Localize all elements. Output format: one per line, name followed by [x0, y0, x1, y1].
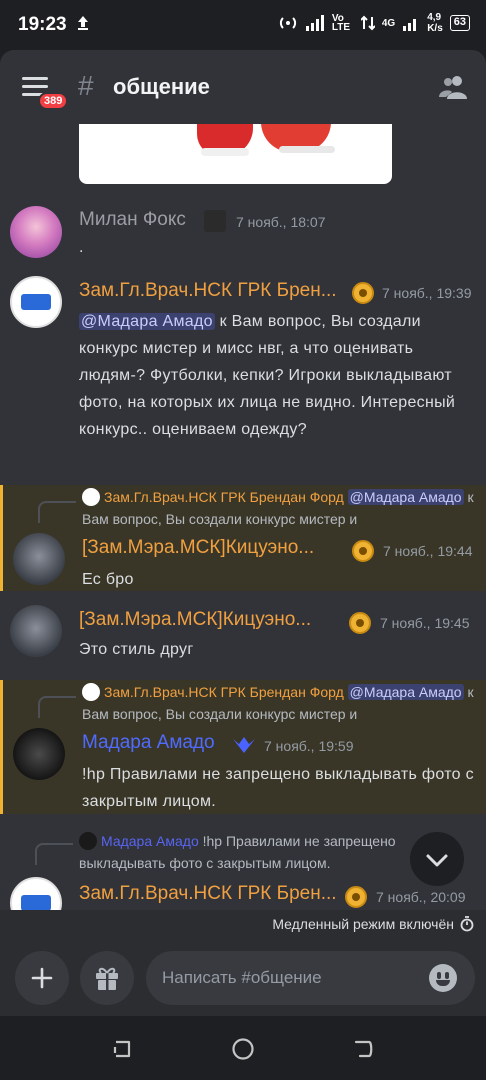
reply-preview[interactable]: Зам.Гл.Врач.НСК ГРК Брендан Форд @Мадара…	[82, 486, 482, 530]
reply-preview[interactable]: Мадара Амадо !hp Правилами не запрещено …	[79, 830, 409, 874]
volte-label: Vo LTE	[331, 13, 350, 33]
message-text: Ес бро	[82, 571, 134, 588]
reply-connector	[38, 501, 76, 523]
reply-author: Зам.Гл.Врач.НСК ГРК Брендан Форд	[104, 489, 344, 505]
members-icon[interactable]	[438, 74, 468, 100]
message-highlighted: Зам.Гл.Врач.НСК ГРК Брендан Форд @Мадара…	[0, 485, 486, 591]
data-arrows-icon	[360, 15, 375, 31]
message: Милан Фокс 7 нояб., 18:07 .	[0, 198, 486, 268]
message-input-placeholder: Написать #общение	[162, 968, 322, 987]
hash-icon: #	[78, 70, 94, 101]
message-time: 7 нояб., 19:39	[382, 285, 472, 301]
reply-author: Мадара Амадо	[101, 833, 199, 849]
author-name[interactable]: [Зам.Мэра.МСК]Кицуэно...	[82, 537, 314, 559]
message: [Зам.Мэра.МСК]Кицуэно... 7 нояб., 19:45 …	[0, 591, 486, 681]
status-bar: 19:23 Vo LTE 4G 4,9 K/s 63	[0, 0, 486, 50]
add-attachment-button[interactable]	[15, 951, 69, 1005]
message-body: к Вам вопрос, Вы создали конкурс мистер …	[79, 313, 456, 438]
user-mention[interactable]: @Мадара Амадо	[79, 313, 215, 330]
net-speed-unit: K/s	[427, 23, 443, 34]
author-name[interactable]: Мадара Амадо	[82, 732, 215, 754]
role-badge-icon	[352, 282, 374, 304]
reply-avatar	[79, 832, 97, 850]
reply-avatar	[82, 683, 100, 701]
role-badge-icon	[352, 540, 374, 562]
reply-connector	[35, 843, 73, 865]
gift-icon	[96, 967, 118, 990]
reply-connector	[38, 696, 76, 718]
net-speed: 4,9 K/s	[427, 12, 443, 34]
image-attachment[interactable]	[79, 124, 392, 184]
recent-apps-icon[interactable]	[110, 1037, 134, 1061]
system-nav-bar	[0, 1016, 486, 1080]
sneaker-sole	[201, 148, 249, 156]
avatar[interactable]	[10, 877, 62, 910]
channel-title: общение	[113, 74, 210, 99]
message-time: 7 нояб., 19:44	[383, 543, 473, 559]
emoji-icon[interactable]	[429, 964, 457, 992]
channel-header: 389 # общение	[0, 50, 486, 124]
message-text: @Мадара Амадо к Вам вопрос, Вы создали к…	[79, 308, 474, 443]
message-list[interactable]: Милан Фокс 7 нояб., 18:07 . Зам.Гл.Врач.…	[0, 124, 486, 910]
upload-icon	[78, 16, 88, 30]
message-time: 7 нояб., 19:45	[380, 615, 470, 631]
avatar[interactable]	[10, 605, 62, 657]
role-badge-icon	[349, 612, 371, 634]
reply-mention: @Мадара Амадо	[347, 684, 464, 700]
author-name[interactable]: Зам.Гл.Врач.НСК ГРК Брен...	[79, 883, 337, 905]
message-time: 7 нояб., 20:09	[376, 889, 466, 905]
hotspot-icon	[279, 17, 296, 29]
plus-icon	[31, 967, 53, 989]
message-text: Это стиль друг	[79, 641, 194, 658]
scroll-to-bottom-button[interactable]	[410, 832, 464, 886]
signal-icon-2	[403, 19, 417, 31]
net-speed-value: 4,9	[427, 12, 442, 23]
reply-mention: @Мадара Амадо	[347, 489, 464, 505]
avatar[interactable]	[13, 533, 65, 585]
author-name[interactable]: [Зам.Мэра.МСК]Кицуэно...	[79, 609, 311, 631]
home-icon[interactable]	[230, 1036, 256, 1062]
message-text: .	[79, 239, 84, 256]
message-highlighted: Зам.Гл.Врач.НСК ГРК Брендан Форд @Мадара…	[0, 680, 486, 814]
timer-icon	[460, 916, 474, 932]
message-time: 7 нояб., 18:07	[236, 214, 326, 230]
message-input[interactable]: Написать #общение	[146, 951, 475, 1005]
avatar[interactable]	[10, 276, 62, 328]
system-icons: Vo LTE 4G 4,9 K/s 63	[278, 12, 470, 34]
avatar[interactable]	[13, 728, 65, 780]
battery-icon: 63	[449, 15, 470, 31]
message: Зам.Гл.Врач.НСК ГРК Брен... 7 нояб., 19:…	[0, 268, 486, 480]
chevron-down-icon	[426, 854, 448, 867]
status-time: 19:23	[18, 14, 67, 35]
crown-role-icon	[233, 737, 255, 753]
sneaker-sole-2	[279, 146, 335, 153]
reply-avatar	[82, 488, 100, 506]
author-name[interactable]: Милан Фокс	[79, 209, 186, 231]
author-name[interactable]: Зам.Гл.Врач.НСК ГРК Брен...	[79, 280, 337, 302]
slow-mode-text: Медленный режим включён	[272, 916, 454, 932]
message-text: !hp Правилами не запрещено выкладывать ф…	[82, 766, 474, 810]
signal-icon	[305, 15, 324, 31]
unread-badge: 389	[38, 92, 69, 110]
message-time: 7 нояб., 19:59	[264, 738, 354, 754]
slow-mode-bar: Медленный режим включён	[0, 910, 486, 938]
reply-preview[interactable]: Зам.Гл.Врач.НСК ГРК Брендан Форд @Мадара…	[82, 681, 482, 725]
net-type: 4G	[381, 17, 396, 29]
message-composer: Написать #общение	[0, 938, 486, 1016]
avatar[interactable]	[10, 206, 62, 258]
reply-author: Зам.Гл.Врач.НСК ГРК Брендан Форд	[104, 684, 344, 700]
author-emoji-icon	[204, 210, 226, 232]
back-icon[interactable]	[352, 1037, 376, 1061]
gift-button[interactable]	[80, 951, 134, 1005]
role-badge-icon	[345, 886, 367, 908]
